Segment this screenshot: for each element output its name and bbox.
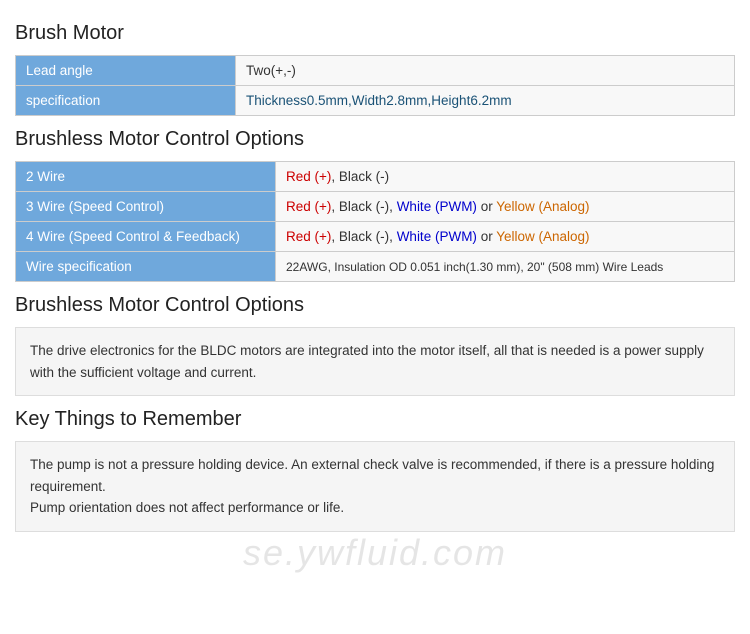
lead-angle-label: Lead angle — [16, 56, 236, 86]
brush-motor-table: Lead angle Two(+,-) specification Thickn… — [15, 55, 735, 116]
specification-text: Thickness0.5mm,Width2.8mm,Height6.2mm — [246, 93, 512, 108]
3wire-or1: or — [481, 199, 497, 214]
brush-motor-title: Brush Motor — [15, 22, 735, 47]
3wire-red: Red (+) — [286, 199, 331, 214]
specification-label: specification — [16, 86, 236, 116]
2wire-black: Black (-) — [339, 169, 389, 184]
2wire-red: Red (+) — [286, 169, 331, 184]
wire-spec-value: 22AWG, Insulation OD 0.051 inch(1.30 mm)… — [276, 252, 735, 282]
4wire-white: White (PWM) — [397, 229, 477, 244]
brushless-control2-info: The drive electronics for the BLDC motor… — [15, 327, 735, 396]
key-things-line1: The pump is not a pressure holding devic… — [30, 454, 720, 497]
2wire-label: 2 Wire — [16, 162, 276, 192]
lead-angle-value: Two(+,-) — [236, 56, 735, 86]
4wire-or1: or — [481, 229, 497, 244]
4wire-value: Red (+), Black (-), White (PWM) or Yello… — [276, 222, 735, 252]
table-row: specification Thickness0.5mm,Width2.8mm,… — [16, 86, 735, 116]
table-row: Wire specification 22AWG, Insulation OD … — [16, 252, 735, 282]
3wire-label: 3 Wire (Speed Control) — [16, 192, 276, 222]
4wire-label: 4 Wire (Speed Control & Feedback) — [16, 222, 276, 252]
wire-spec-text: 22AWG, Insulation OD 0.051 inch(1.30 mm)… — [286, 260, 663, 274]
wire-spec-label: Wire specification — [16, 252, 276, 282]
3wire-white: White (PWM) — [397, 199, 477, 214]
brushless-control-title: Brushless Motor Control Options — [15, 128, 735, 153]
brushless-control-table: 2 Wire Red (+), Black (-) 3 Wire (Speed … — [15, 161, 735, 282]
4wire-black: Black (-) — [339, 229, 389, 244]
table-row: Lead angle Two(+,-) — [16, 56, 735, 86]
table-row: 2 Wire Red (+), Black (-) — [16, 162, 735, 192]
3wire-black: Black (-) — [339, 199, 389, 214]
3wire-yellow: Yellow (Analog) — [496, 199, 589, 214]
4wire-red: Red (+) — [286, 229, 331, 244]
4wire-yellow: Yellow (Analog) — [496, 229, 589, 244]
table-row: 3 Wire (Speed Control) Red (+), Black (-… — [16, 192, 735, 222]
watermark: se.ywfluid.com — [243, 532, 507, 574]
brushless-control2-title: Brushless Motor Control Options — [15, 294, 735, 319]
table-row: 4 Wire (Speed Control & Feedback) Red (+… — [16, 222, 735, 252]
key-things-line2: Pump orientation does not affect perform… — [30, 497, 720, 519]
2wire-value: Red (+), Black (-) — [276, 162, 735, 192]
key-things-info: The pump is not a pressure holding devic… — [15, 441, 735, 532]
key-things-title: Key Things to Remember — [15, 408, 735, 433]
brushless-control2-text: The drive electronics for the BLDC motor… — [30, 343, 704, 380]
3wire-value: Red (+), Black (-), White (PWM) or Yello… — [276, 192, 735, 222]
specification-value: Thickness0.5mm,Width2.8mm,Height6.2mm — [236, 86, 735, 116]
